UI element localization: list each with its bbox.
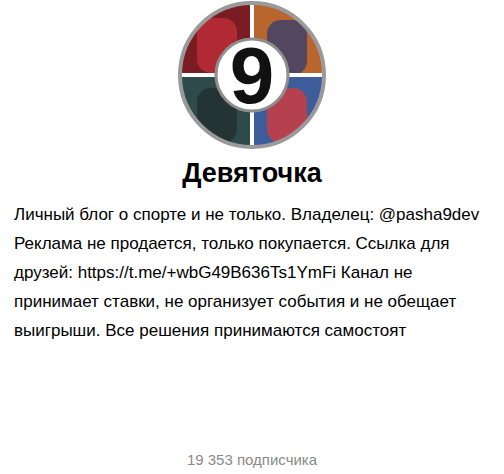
channel-description: Личный блог о спорте и не только. Владел…: [14, 200, 490, 345]
logo-text: 9: [230, 31, 275, 120]
channel-avatar[interactable]: 9: [14, 0, 490, 150]
channel-info: 9 Девяточка Личный блог о спорте и не толь…: [0, 0, 504, 474]
avatar-icon: 9: [177, 0, 327, 150]
channel-title: Девяточка: [14, 156, 490, 190]
subscriber-count: 19 353 подписчика: [14, 450, 490, 470]
